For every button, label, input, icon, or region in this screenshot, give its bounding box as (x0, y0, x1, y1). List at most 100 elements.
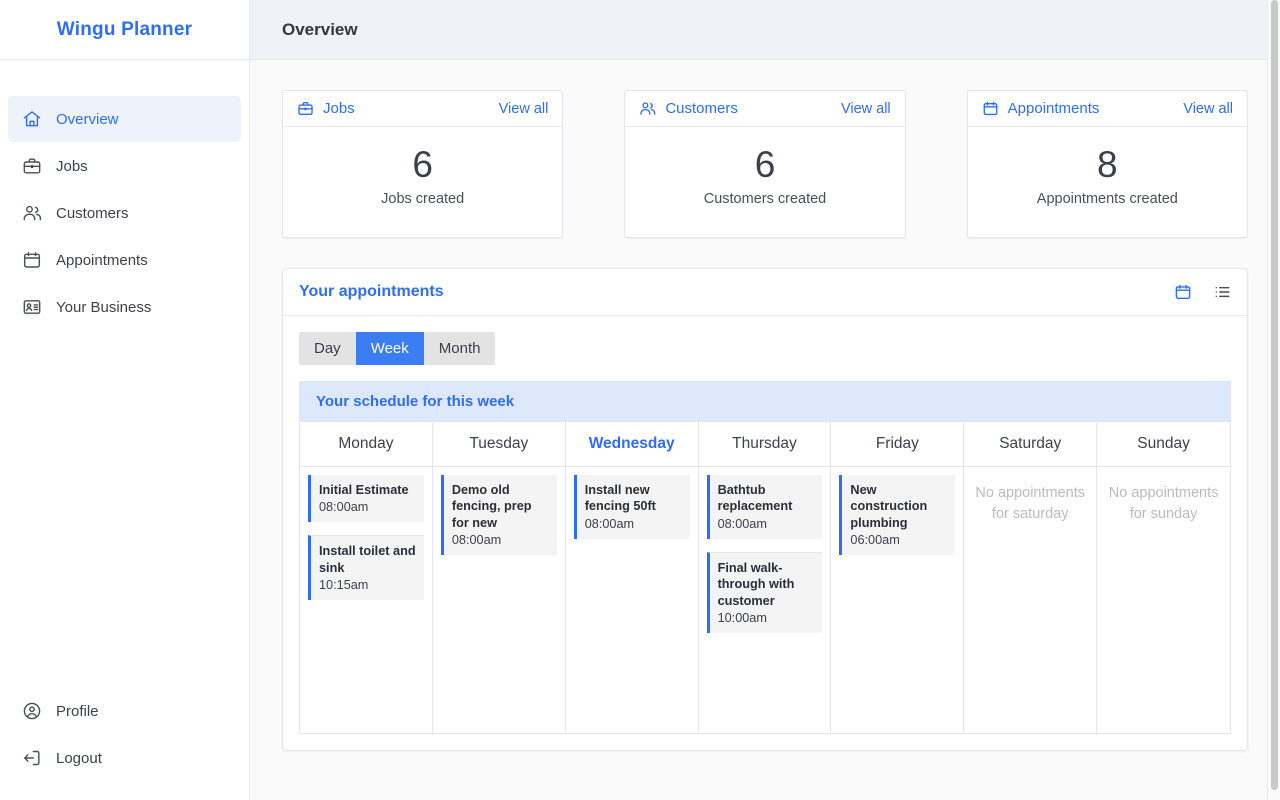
day-column-tuesday: Demo old fencing, prep for new 08:00am (432, 465, 566, 734)
view-all-link[interactable]: View all (499, 101, 549, 117)
toggle-week-button[interactable]: Week (355, 331, 424, 365)
week-calendar: Your schedule for this week Monday Tuesd… (299, 380, 1231, 734)
sidebar-item-label: Your Business (56, 298, 152, 316)
appointments-panel: Your appointments Day Week Month Your sc… (282, 267, 1248, 751)
logout-icon (24, 750, 40, 766)
day-header-tuesday: Tuesday (432, 420, 566, 466)
list-view-icon[interactable] (1213, 283, 1231, 301)
users-icon (23, 205, 42, 221)
sidebar-item-appointments[interactable]: Appointments (8, 237, 241, 283)
calendar-header-row: Monday Tuesday Wednesday Thursday Friday… (300, 420, 1230, 466)
empty-day-message: No appointments for sunday (1108, 484, 1219, 522)
day-header-saturday: Saturday (964, 420, 1098, 466)
appointment-time: 06:00am (850, 533, 900, 548)
stat-cards-row: Jobs View all 6 Jobs created Customers V… (282, 90, 1248, 238)
id-card-icon (23, 300, 41, 314)
view-all-link[interactable]: View all (841, 101, 891, 117)
appointment-title: New construction plumbing (850, 482, 928, 530)
stat-card-body: 6 Jobs created (283, 127, 562, 237)
stat-card-title: Appointments (1007, 100, 1100, 117)
user-circle-icon (23, 702, 41, 720)
calendar-body-row: Initial Estimate 08:00am Install toilet … (300, 465, 1230, 734)
appointments-panel-header: Your appointments (283, 269, 1247, 316)
stat-card-title: Customers (665, 100, 738, 117)
briefcase-icon (23, 158, 41, 174)
day-column-thursday: Bathtub replacement 08:00am Final walk-t… (698, 465, 832, 734)
app-root: Wingu Planner Overview Jobs Customers Ap… (0, 0, 1280, 800)
appointment-card[interactable]: Install toilet and sink 10:15am (308, 535, 424, 601)
appointment-card[interactable]: Install new fencing 50ft 08:00am (573, 474, 690, 539)
appointment-title: Install new fencing 50ft (584, 482, 656, 514)
appointment-card[interactable]: Bathtub replacement 08:00am (706, 474, 823, 539)
page-title: Overview (282, 19, 358, 39)
stat-card-header: Appointments View all (967, 91, 1247, 127)
sidebar-item-profile[interactable]: Profile (8, 688, 241, 734)
toggle-month-button[interactable]: Month (423, 331, 496, 365)
view-mode-buttons (1174, 283, 1231, 301)
sidebar-item-label: Appointments (56, 251, 148, 269)
appointment-card[interactable]: Demo old fencing, prep for new 08:00am (440, 474, 557, 556)
sidebar-item-overview[interactable]: Overview (8, 96, 241, 142)
brand-logo[interactable]: Wingu Planner (0, 0, 249, 60)
stat-card-header: Jobs View all (283, 91, 563, 127)
sidebar-primary-nav: Overview Jobs Customers Appointments You… (0, 60, 249, 331)
stat-card-jobs: Jobs View all 6 Jobs created (282, 90, 564, 238)
day-column-wednesday: Install new fencing 50ft 08:00am (565, 465, 699, 734)
page-scrollbar[interactable] (1267, 0, 1280, 800)
topbar: Overview (250, 0, 1280, 60)
sidebar-item-logout[interactable]: Logout (8, 735, 241, 781)
appointment-time: 08:00am (451, 533, 502, 548)
stat-caption: Appointments created (1036, 190, 1178, 207)
sidebar-item-your-business[interactable]: Your Business (8, 284, 241, 330)
content-scroll-area: Jobs View all 6 Jobs created Customers V… (250, 60, 1280, 751)
stat-caption: Customers created (703, 190, 827, 207)
appointment-title: Final walk-through with customer (717, 560, 795, 608)
sidebar-item-label: Overview (56, 110, 119, 128)
day-column-sunday: No appointments for sunday (1097, 465, 1230, 734)
sidebar-item-jobs[interactable]: Jobs (8, 143, 241, 189)
stat-value: 6 (754, 144, 776, 185)
calendar-icon (23, 252, 41, 268)
scrollbar-thumb[interactable] (1271, 0, 1278, 790)
day-column-monday: Initial Estimate 08:00am Install toilet … (300, 465, 433, 734)
day-column-friday: New construction plumbing 06:00am (831, 465, 965, 734)
stat-card-customers: Customers View all 6 Customers created (624, 90, 906, 238)
day-column-saturday: No appointments for saturday (964, 465, 1098, 734)
appointment-title: Initial Estimate (319, 482, 409, 497)
home-icon (23, 111, 41, 127)
main-area: Overview Jobs View all 6 Jobs created Cu… (250, 0, 1280, 800)
stat-caption: Jobs created (381, 190, 465, 207)
appointment-title: Install toilet and sink (319, 544, 416, 575)
sidebar-item-label: Jobs (56, 157, 88, 175)
day-header-sunday: Sunday (1097, 420, 1230, 466)
day-header-thursday: Thursday (698, 420, 832, 466)
view-all-link[interactable]: View all (1183, 101, 1233, 117)
users-icon (640, 102, 656, 115)
appointment-card[interactable]: Final walk-through with customer 10:00am (706, 551, 823, 634)
day-header-friday: Friday (831, 420, 965, 466)
appointment-card[interactable]: New construction plumbing 06:00am (839, 474, 956, 556)
stat-card-header: Customers View all (625, 91, 905, 127)
day-header-monday: Monday (300, 420, 433, 466)
stat-card-body: 8 Appointments created (968, 127, 1247, 237)
sidebar: Wingu Planner Overview Jobs Customers Ap… (0, 0, 250, 800)
appointment-time: 08:00am (717, 516, 767, 531)
stat-card-body: 6 Customers created (625, 127, 904, 237)
sidebar-secondary-nav: Profile Logout (0, 687, 249, 800)
stat-value: 6 (412, 144, 433, 185)
stat-card-title: Jobs (323, 100, 355, 117)
view-toggle-group: Day Week Month (299, 331, 496, 365)
toggle-day-button[interactable]: Day (299, 331, 356, 365)
appointments-panel-body: Day Week Month Your schedule for this we… (283, 316, 1247, 750)
appointment-title: Demo old fencing, prep for new (451, 482, 532, 530)
stat-value: 8 (1097, 144, 1118, 185)
briefcase-icon (298, 102, 313, 115)
appointment-card[interactable]: Initial Estimate 08:00am (308, 474, 424, 523)
sidebar-item-customers[interactable]: Customers (8, 190, 241, 236)
appointment-time: 08:00am (584, 516, 635, 531)
calendar-view-icon[interactable] (1174, 283, 1192, 301)
sidebar-item-label: Customers (56, 204, 129, 222)
sidebar-item-label: Profile (56, 702, 99, 720)
appointment-time: 08:00am (319, 500, 369, 515)
appointments-panel-title: Your appointments (299, 282, 444, 300)
